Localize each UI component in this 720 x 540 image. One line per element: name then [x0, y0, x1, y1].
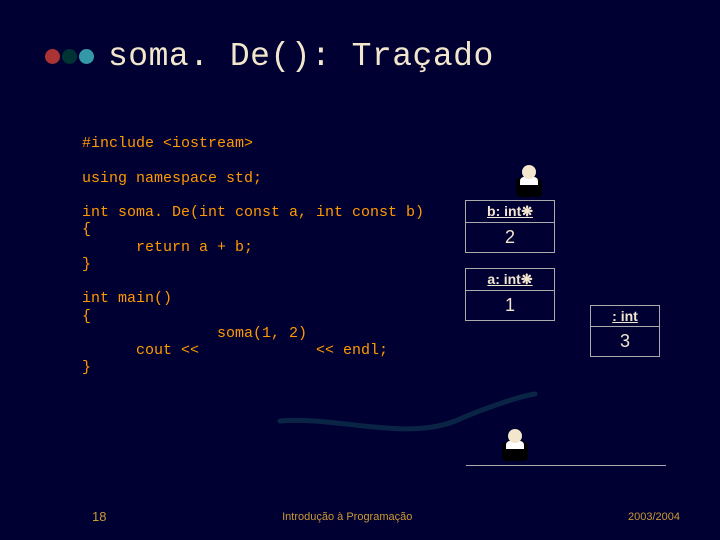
code-line: int main()	[82, 290, 172, 307]
footer-year: 2003/2004	[628, 511, 680, 523]
dot-2	[62, 49, 77, 64]
var-b-label: b: int❋	[466, 201, 554, 223]
dot-1	[45, 49, 60, 64]
footer-title: Introdução à Programação	[282, 511, 412, 523]
var-a-value: 1	[466, 291, 554, 320]
code-block: #include <iostream> using namespace std;…	[82, 135, 424, 377]
var-return-label: : int	[591, 306, 659, 327]
var-return-value: 3	[591, 327, 659, 356]
code-line: cout << << endl;	[82, 342, 388, 359]
code-line: {	[82, 308, 91, 325]
code-line: soma(1, 2)	[82, 325, 307, 342]
code-line: {	[82, 221, 91, 238]
baseline-rule	[466, 465, 666, 466]
slide-title: soma. De(): Traçado	[108, 38, 494, 75]
var-a-label: a: int❋	[466, 269, 554, 291]
code-line: int soma. De(int const a, int const b)	[82, 204, 424, 221]
page-number: 18	[92, 509, 106, 524]
code-line: }	[82, 256, 91, 273]
title-dots	[45, 49, 94, 64]
footer: 18 Introdução à Programação 2003/2004	[0, 509, 720, 524]
code-line: using namespace std;	[82, 170, 262, 187]
slide: soma. De(): Traçado #include <iostream> …	[0, 0, 720, 540]
var-b-value: 2	[466, 223, 554, 252]
figure-icon	[511, 163, 547, 199]
code-line: }	[82, 359, 91, 376]
code-line: return a + b;	[82, 239, 253, 256]
title-row: soma. De(): Traçado	[45, 38, 494, 75]
dot-3	[79, 49, 94, 64]
code-line: #include <iostream>	[82, 135, 253, 152]
ink-annotation	[275, 386, 545, 446]
